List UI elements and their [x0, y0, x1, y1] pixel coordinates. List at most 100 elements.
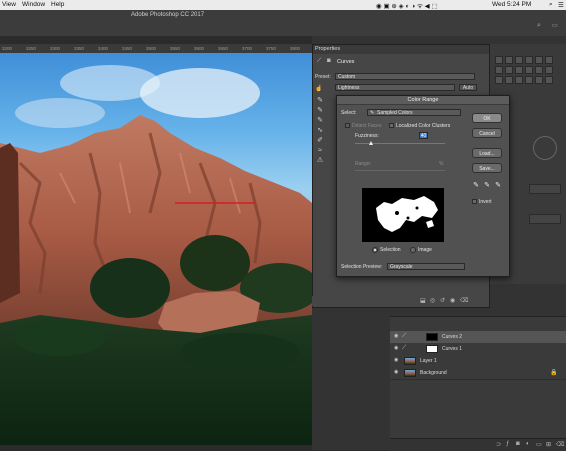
reset-icon[interactable]: ↺: [440, 297, 445, 304]
eyedropper-white-icon[interactable]: ✎: [316, 117, 324, 125]
add-mask-icon[interactable]: ◙: [516, 441, 520, 447]
swatch[interactable]: [545, 56, 553, 64]
swatch[interactable]: [515, 56, 523, 64]
swatch[interactable]: [545, 76, 553, 84]
layer-thumbnail[interactable]: [404, 369, 416, 377]
eyedropper-gray-icon[interactable]: ✎: [316, 107, 324, 115]
channel-dropdown[interactable]: Lightness: [335, 84, 455, 91]
search-icon[interactable]: ⌕: [537, 22, 541, 30]
eyedropper-icon[interactable]: ✎: [472, 182, 480, 190]
load-button[interactable]: Load...: [472, 148, 502, 158]
document-canvas[interactable]: [0, 53, 312, 445]
visibility-eye-icon[interactable]: ◉: [394, 370, 399, 375]
image-radio[interactable]: [410, 247, 416, 253]
detect-faces-checkbox[interactable]: [345, 123, 350, 128]
cancel-button[interactable]: Cancel: [472, 128, 502, 138]
color-range-dialog: Color Range Select: ✎ Sampled Colors Det…: [336, 95, 510, 277]
swatch[interactable]: [505, 56, 513, 64]
swatch[interactable]: [495, 76, 503, 84]
select-dropdown[interactable]: ✎ Sampled Colors: [367, 109, 461, 116]
mask-icon[interactable]: ◙: [327, 58, 331, 64]
layer-thumbnail[interactable]: [404, 357, 416, 365]
layer-name[interactable]: Curves 2: [442, 334, 462, 340]
swatch[interactable]: [515, 76, 523, 84]
delete-icon[interactable]: ⌫: [460, 297, 468, 304]
dialog-title: Color Range: [337, 96, 509, 105]
panel-field[interactable]: [529, 214, 561, 224]
selection-preview-label: Selection Preview:: [341, 264, 383, 270]
auto-button[interactable]: Auto: [459, 84, 477, 91]
range-slider-track: [355, 170, 445, 171]
menu-help[interactable]: Help: [51, 1, 64, 8]
selection-radio[interactable]: [372, 247, 378, 253]
color-wheel-icon[interactable]: [533, 136, 557, 160]
layer-name[interactable]: Curves 1: [442, 346, 462, 352]
load-label: Load...: [479, 151, 495, 157]
visibility-eye-icon[interactable]: ◉: [394, 358, 399, 363]
range-percent: %: [439, 161, 444, 167]
swatch[interactable]: [535, 66, 543, 74]
channel-value: Lightness: [338, 85, 360, 91]
menu-list-icon[interactable]: ☰: [558, 1, 564, 9]
fuzziness-input[interactable]: 40: [419, 132, 428, 139]
fuzziness-label: Fuzziness:: [355, 133, 379, 139]
menu-view[interactable]: View: [2, 1, 16, 8]
clipping-icon[interactable]: ⚠: [316, 157, 324, 165]
trash-icon[interactable]: ⌫: [556, 441, 564, 448]
new-layer-icon[interactable]: ⊞: [546, 441, 551, 448]
visibility-eye-icon[interactable]: ◉: [394, 346, 399, 351]
ruler-tick: 3800: [290, 46, 301, 51]
swatch[interactable]: [535, 76, 543, 84]
swatch[interactable]: [515, 66, 523, 74]
swatch[interactable]: [545, 66, 553, 74]
layer-mask-thumbnail[interactable]: [426, 345, 438, 353]
invert-label: Invert: [479, 199, 492, 205]
smooth-icon[interactable]: ≈: [316, 147, 324, 155]
eyedropper-black-icon[interactable]: ✎: [316, 97, 324, 105]
layer-name[interactable]: Background: [420, 370, 447, 376]
swatch[interactable]: [505, 76, 513, 84]
adjustment-layer-icon: ⟋: [402, 333, 407, 339]
invert-checkbox[interactable]: [472, 199, 477, 204]
workspace-icon[interactable]: ▭: [552, 22, 558, 29]
swatch[interactable]: [495, 66, 503, 74]
preset-label: Preset:: [315, 74, 331, 80]
swatch[interactable]: [505, 66, 513, 74]
view-previous-icon[interactable]: ◎: [430, 297, 435, 304]
spotlight-icon[interactable]: ⌕: [549, 1, 553, 9]
select-value: Sampled Colors: [377, 110, 413, 116]
ruler-tick: 3500: [146, 46, 157, 51]
swatch[interactable]: [525, 56, 533, 64]
preset-dropdown[interactable]: Custom: [335, 73, 475, 80]
selection-preview[interactable]: [362, 188, 444, 242]
layer-mask-thumbnail[interactable]: [426, 333, 438, 341]
ok-button[interactable]: OK: [472, 113, 502, 123]
visibility-eye-icon[interactable]: ◉: [394, 334, 399, 339]
layer-style-icon[interactable]: ƒ: [506, 441, 509, 447]
menu-clock: Wed 5:24 PM: [492, 1, 532, 8]
link-layers-icon[interactable]: ⊃: [496, 441, 501, 448]
selection-preview-dropdown[interactable]: Grayscale: [387, 263, 465, 270]
subtract-from-sample-icon[interactable]: ✎: [494, 182, 502, 190]
properties-title: Properties: [315, 46, 341, 52]
pencil-icon[interactable]: ✐: [316, 137, 324, 145]
add-to-sample-icon[interactable]: ✎: [483, 182, 491, 190]
fuzziness-slider-handle[interactable]: [369, 141, 373, 145]
swatch[interactable]: [535, 56, 543, 64]
swatch[interactable]: [525, 76, 533, 84]
ruler-tick: 3400: [98, 46, 109, 51]
visibility-icon[interactable]: ◉: [450, 297, 455, 304]
clip-to-layer-icon[interactable]: ⬓: [420, 297, 426, 304]
menu-window[interactable]: Window: [22, 1, 45, 8]
localized-clusters-checkbox[interactable]: [389, 123, 394, 128]
swatch[interactable]: [495, 56, 503, 64]
save-button[interactable]: Save...: [472, 163, 502, 173]
panel-field[interactable]: [529, 184, 561, 194]
target-adjust-icon[interactable]: ☝: [315, 85, 322, 92]
layer-row[interactable]: ◉ Background 🔒: [390, 367, 566, 380]
layer-name[interactable]: Layer 1: [420, 358, 437, 364]
curve-edit-icon[interactable]: ∿: [316, 127, 324, 135]
new-group-icon[interactable]: ▭: [536, 441, 542, 448]
new-adjustment-icon[interactable]: ◐: [526, 441, 530, 447]
swatch[interactable]: [525, 66, 533, 74]
